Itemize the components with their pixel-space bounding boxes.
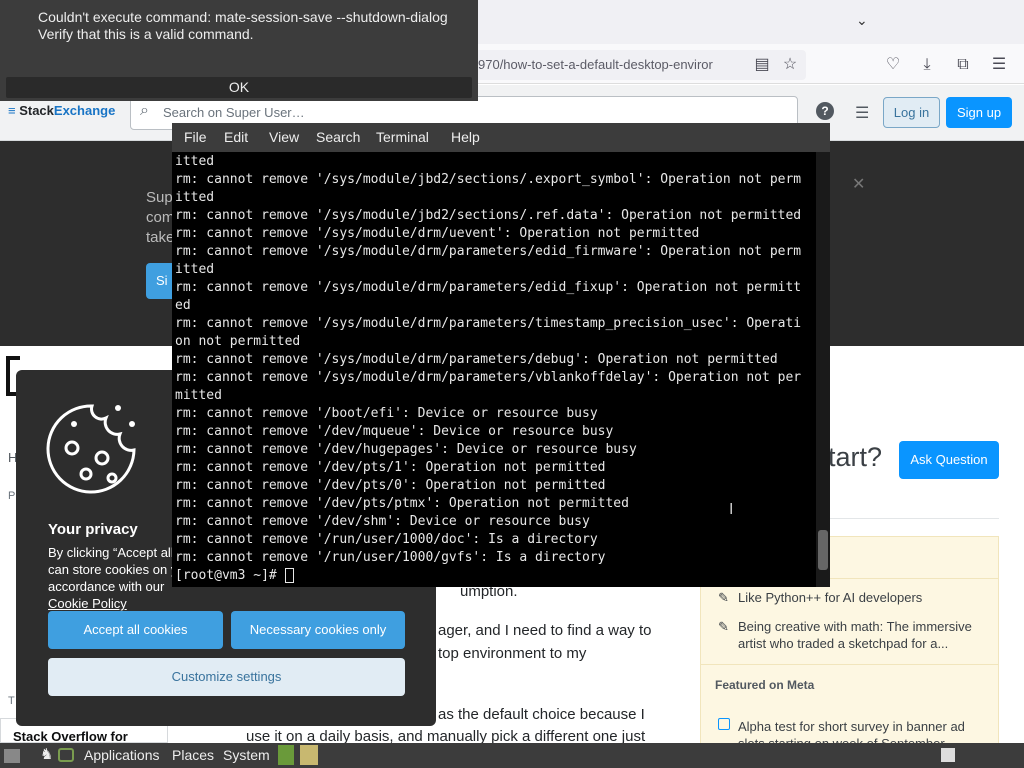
show-desktop-icon[interactable] — [4, 749, 20, 763]
question-title-fragment: tart? — [828, 442, 883, 472]
search-icon: ⌕ — [140, 102, 149, 119]
terminal-line: rm: cannot remove '/run/user/1000/doc': … — [175, 532, 598, 547]
accept-all-cookies-button[interactable]: Accept all cookies — [48, 611, 223, 649]
nav-teams-fragment: T — [8, 695, 15, 707]
terminal-output[interactable]: itted rm: cannot remove '/sys/module/jbd2… — [175, 153, 815, 583]
terminal-line: rm: cannot remove '/sys/module/drm/param… — [175, 370, 802, 385]
terminal-scrollbar-thumb[interactable] — [818, 530, 828, 570]
terminal-line: mitted — [175, 388, 222, 403]
pencil-icon: ✎ — [718, 619, 729, 634]
pocket-icon[interactable]: ♡ — [880, 52, 906, 78]
places-menu[interactable]: Places — [172, 747, 214, 763]
ask-question-button[interactable]: Ask Question — [899, 441, 999, 479]
question-body-line: top environment to my — [438, 645, 587, 662]
mate-logo-icon[interactable]: ♞ — [40, 745, 53, 763]
help-icon[interactable]: ? — [816, 102, 834, 120]
extensions-icon[interactable]: ⧉ — [950, 52, 976, 78]
error-message: Couldn't execute command: mate-session-s… — [38, 9, 448, 42]
pencil-icon: ✎ — [718, 590, 729, 605]
workspace-icon[interactable] — [941, 748, 955, 762]
terminal-line: rm: cannot remove '/sys/module/drm/param… — [175, 244, 802, 259]
meta-link[interactable]: Alpha test for short survey in banner ad… — [738, 718, 988, 743]
launcher-icon[interactable] — [278, 745, 294, 765]
terminal-line: itted — [175, 190, 215, 205]
menu-terminal[interactable]: Terminal — [376, 129, 429, 145]
stackexchange-logo[interactable]: ≡ StackExchange — [8, 103, 115, 118]
terminal-line: rm: cannot remove '/sys/module/jbd2/sect… — [175, 208, 802, 223]
menu-edit[interactable]: Edit — [224, 129, 248, 145]
logo-icon: ≡ — [8, 103, 20, 118]
terminal-line: rm: cannot remove '/sys/module/drm/param… — [175, 352, 778, 367]
terminal-line: rm: cannot remove '/sys/module/jbd2/sect… — [175, 172, 802, 187]
terminal-line: rm: cannot remove '/dev/pts/1': Operatio… — [175, 460, 606, 475]
terminal-line: itted — [175, 262, 215, 277]
terminal-prompt-line[interactable]: [root@vm3 ~]# — [175, 567, 815, 583]
meta-icon — [718, 718, 730, 730]
downloads-icon[interactable]: ⤓ — [914, 52, 940, 78]
logo-exchange-text: Exchange — [53, 103, 116, 118]
text-cursor-icon: I — [729, 501, 734, 518]
cookie-icon — [46, 404, 136, 494]
banner-close-icon[interactable]: ✕ — [852, 174, 865, 194]
launcher-icon[interactable] — [300, 745, 318, 765]
applications-menu[interactable]: Applications — [84, 747, 160, 763]
system-menu[interactable]: System — [223, 747, 270, 763]
ok-button[interactable]: OK — [6, 77, 472, 98]
sidebar-divider — [700, 664, 999, 665]
featured-on-meta-heading: Featured on Meta — [715, 678, 815, 692]
terminal-line: rm: cannot remove '/dev/mqueue': Device … — [175, 424, 614, 439]
logo-stack-text: Stack — [19, 103, 54, 118]
stack-overflow-for-title: Stack Overflow for — [13, 729, 128, 743]
terminal-menubar: File Edit View Search Terminal Help — [172, 123, 830, 152]
tab-list-icon[interactable]: ⌄ — [856, 12, 868, 29]
necessary-cookies-button[interactable]: Necessary cookies only — [231, 611, 405, 649]
terminal-prompt: [root@vm3 ~]# — [175, 568, 285, 583]
terminal-line: rm: cannot remove '/dev/hugepages': Devi… — [175, 442, 637, 457]
menu-view[interactable]: View — [269, 129, 299, 145]
question-body-line: as the default choice because I — [438, 706, 645, 723]
terminal-cursor — [284, 568, 294, 583]
terminal-line: rm: cannot remove '/dev/pts/0': Operatio… — [175, 478, 606, 493]
terminal-line: itted — [175, 154, 215, 169]
cookie-title: Your privacy — [48, 521, 138, 538]
terminal-line: rm: cannot remove '/sys/module/drm/param… — [175, 280, 802, 295]
cookie-text: By clicking “Accept all can store cookie… — [48, 544, 188, 612]
cookie-text-body: By clicking “Accept all can store cookie… — [48, 545, 178, 594]
banner-text-fragment: Sup com take — [146, 189, 175, 246]
signup-button[interactable]: Sign up — [946, 97, 1012, 128]
question-body-line: ager, and I need to find a way to — [438, 622, 652, 639]
bookmark-star-icon[interactable]: ☆ — [777, 52, 803, 78]
terminal-line: rm: cannot remove '/dev/shm': Device or … — [175, 514, 590, 529]
terminal-line: rm: cannot remove '/sys/module/drm/ueven… — [175, 226, 700, 241]
terminal-scrollbar[interactable] — [816, 152, 830, 587]
terminal-line: rm: cannot remove '/run/user/1000/gvfs':… — [175, 550, 606, 565]
menu-file[interactable]: File — [184, 129, 207, 145]
sidebar-link-2[interactable]: Being creative with math: The immersive … — [738, 618, 988, 652]
mate-panel: ♞ Applications Places System — [0, 743, 1024, 768]
menu-help[interactable]: Help — [451, 129, 480, 145]
applications-icon — [58, 748, 74, 762]
reader-view-icon[interactable]: ▤ — [749, 52, 775, 78]
sidebar-link-1[interactable]: Like Python++ for AI developers — [738, 589, 988, 606]
banner-button-fragment[interactable]: Si — [146, 263, 174, 299]
terminal-line: rm: cannot remove '/dev/pts/ptmx': Opera… — [175, 496, 629, 511]
terminal-line: ed — [175, 298, 191, 313]
customize-settings-button[interactable]: Customize settings — [48, 658, 405, 696]
cookie-policy-link[interactable]: Cookie Policy — [48, 596, 127, 611]
terminal-line: rm: cannot remove '/boot/efi': Device or… — [175, 406, 598, 421]
site-switcher-icon[interactable]: ☰ — [855, 103, 869, 123]
terminal-line: on not permitted — [175, 334, 301, 349]
question-body-line: use it on a daily basis, and manually pi… — [246, 728, 646, 743]
menu-icon[interactable]: ☰ — [986, 52, 1012, 78]
menu-search[interactable]: Search — [316, 129, 360, 145]
nav-public-fragment: P — [8, 490, 16, 502]
login-button[interactable]: Log in — [883, 97, 940, 128]
terminal-line: rm: cannot remove '/sys/module/drm/param… — [175, 316, 802, 331]
